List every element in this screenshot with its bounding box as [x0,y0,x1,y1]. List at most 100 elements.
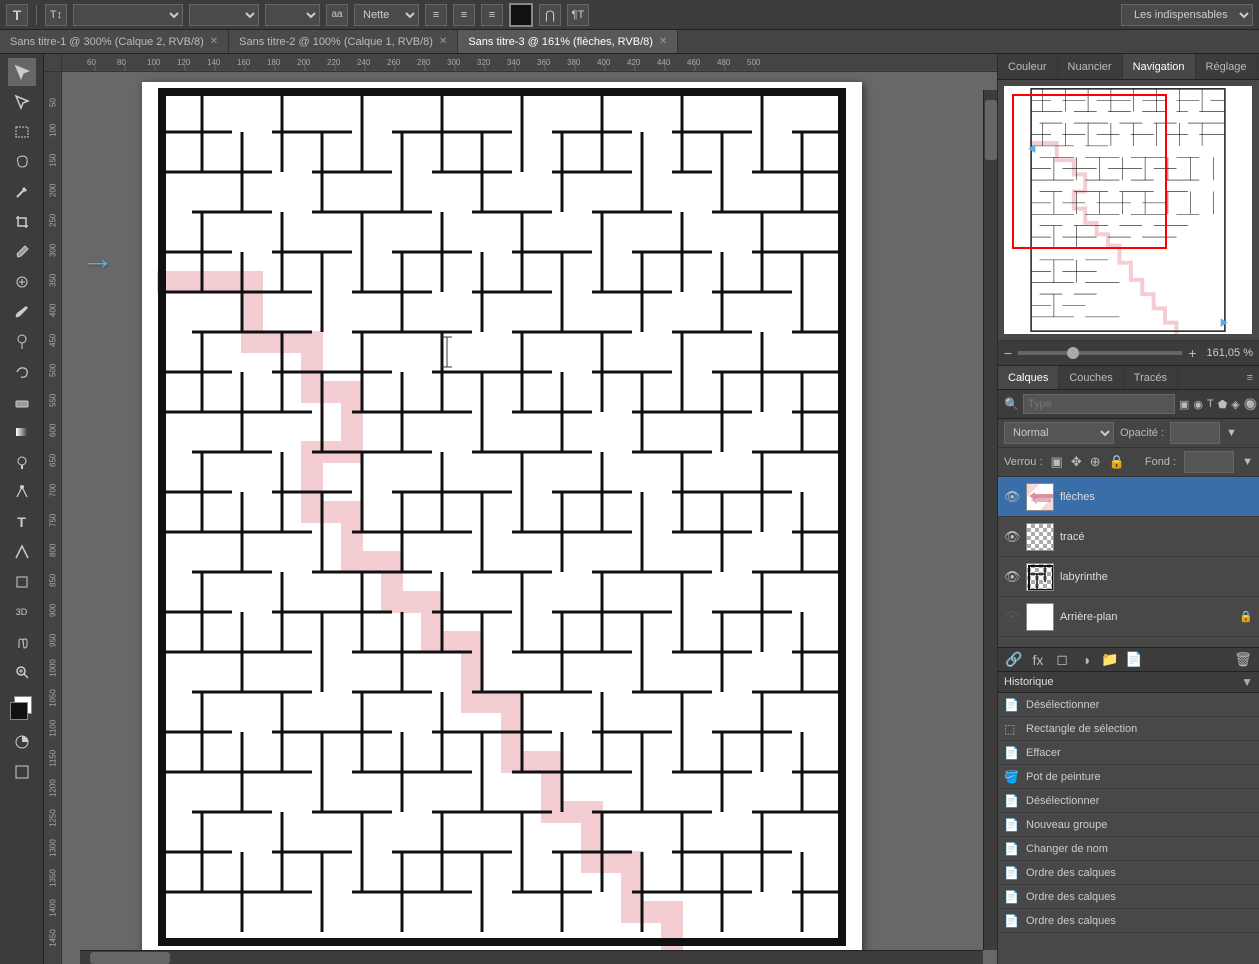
layer-item-trace[interactable]: 👁 tracé [998,517,1259,557]
eraser-tool[interactable] [8,388,36,416]
gradient-tool[interactable] [8,418,36,446]
tab-traces[interactable]: Tracés [1124,366,1178,389]
layer-filter-shape[interactable]: ⬟ [1218,398,1228,411]
lock-pixels-btn[interactable]: ▣ [1051,454,1063,470]
history-brush-tool[interactable] [8,358,36,386]
warp-text-btn[interactable]: ⋂ [539,4,561,26]
align-center-btn[interactable]: ≡ [453,4,475,26]
zoom-slider[interactable] [1018,351,1182,355]
adjustment-layer-btn[interactable]: ◑ [1076,652,1096,668]
opacity-input[interactable]: 100 % [1170,422,1220,444]
quick-mask-btn[interactable] [8,728,36,756]
hand-tool[interactable] [8,628,36,656]
font-weight-select[interactable]: Black [189,4,259,26]
direct-selection-tool[interactable] [8,88,36,116]
crop-tool[interactable] [8,208,36,236]
selection-tool[interactable] [8,58,36,86]
layer-filter-toggle[interactable]: 🔘 [1244,398,1258,411]
char-panel-btn[interactable]: ¶T [567,4,589,26]
tab-couleur[interactable]: Couleur [998,54,1058,79]
layer-visibility-trace[interactable]: 👁 [1004,529,1020,545]
tab-3-close[interactable]: ✕ [659,36,667,47]
layers-panel-menu[interactable]: ≡ [1241,366,1259,389]
layer-search-input[interactable] [1023,394,1175,414]
lasso-tool[interactable] [8,148,36,176]
tab-couches[interactable]: Couches [1059,366,1123,389]
tab-2[interactable]: Sans titre-2 @ 100% (Calque 1, RVB/8) ✕ [229,30,458,53]
tab-2-close[interactable]: ✕ [439,36,447,47]
opacity-arrow[interactable]: ▼ [1226,427,1237,439]
dodge-tool[interactable] [8,448,36,476]
history-item-7[interactable]: 📄 Changer de nom [998,837,1259,861]
type-tool[interactable]: T [8,508,36,536]
path-select-tool[interactable] [8,538,36,566]
fond-arrow[interactable]: ▼ [1242,456,1253,468]
history-item-3[interactable]: 📄 Effacer [998,741,1259,765]
tab-1-close[interactable]: ✕ [210,36,218,47]
delete-layer-btn[interactable]: 🗑 [1233,651,1253,668]
font-size-select[interactable]: 22 pt [265,4,320,26]
workspace-preset-select[interactable]: Les indispensables [1121,4,1253,26]
layer-filter-smart[interactable]: ◈ [1231,398,1239,411]
foreground-bg-color[interactable] [8,694,36,722]
tab-nuancier[interactable]: Nuancier [1058,54,1123,79]
zoom-handle[interactable] [1067,347,1079,359]
anti-alias-select[interactable]: Nette [354,4,419,26]
brush-tool[interactable] [8,298,36,326]
blend-mode-select[interactable]: Normal [1004,422,1114,444]
text-tool-btn[interactable]: T [6,4,28,26]
align-left-btn[interactable]: ≡ [425,4,447,26]
layer-item-labyrinthe[interactable]: 👁 labyrinthe [998,557,1259,597]
canvas-horizontal-scrollbar[interactable] [80,950,983,964]
magic-wand-tool[interactable] [8,178,36,206]
tab-navigation[interactable]: Navigation [1123,54,1196,79]
text-color-btn[interactable] [509,3,533,27]
history-item-10[interactable]: 📄 Ordre des calques [998,909,1259,933]
history-item-8[interactable]: 📄 Ordre des calques [998,861,1259,885]
layer-visibility-labyrinthe[interactable]: 👁 [1004,569,1020,585]
tab-calques[interactable]: Calques [998,366,1059,389]
align-right-btn[interactable]: ≡ [481,4,503,26]
add-style-btn[interactable]: fx [1028,652,1048,668]
3d-tool[interactable]: 3D [8,598,36,626]
layer-item-arriere-plan[interactable]: 👁 Arrière-plan 🔒 [998,597,1259,637]
add-mask-btn[interactable]: ◻ [1052,651,1072,668]
screen-mode-btn[interactable] [8,758,36,786]
clone-stamp-tool[interactable] [8,328,36,356]
text-warp-btn[interactable]: T↕ [45,4,67,26]
historique-collapse-btn[interactable]: ▼ [1241,675,1253,689]
canvas-vertical-scrollbar[interactable] [983,90,997,950]
layer-filter-pixel[interactable]: ▣ [1179,398,1189,411]
shape-tool[interactable] [8,568,36,596]
tab-1[interactable]: Sans titre-1 @ 300% (Calque 2, RVB/8) ✕ [0,30,229,53]
lock-all-btn[interactable]: 🔒 [1109,454,1125,470]
font-family-select[interactable]: Roboto [73,4,183,26]
history-item-4[interactable]: 🪣 Pot de peinture [998,765,1259,789]
layer-visibility-fleches[interactable]: 👁 [1004,489,1020,505]
history-item-1[interactable]: 📄 Désélectionner [998,693,1259,717]
layer-filter-adjust[interactable]: ◉ [1193,398,1203,411]
layer-item-fleches[interactable]: 👁 flèches [998,477,1259,517]
eyedropper-tool[interactable] [8,238,36,266]
fond-input[interactable]: 100 % [1184,451,1234,473]
navigation-preview[interactable] [1004,86,1252,334]
new-layer-btn[interactable]: 📄 [1124,651,1144,668]
history-item-5[interactable]: 📄 Désélectionner [998,789,1259,813]
new-group-btn[interactable]: 📁 [1100,651,1120,668]
tab-3[interactable]: Sans titre-3 @ 161% (flèches, RVB/8) ✕ [458,30,678,53]
maze-document[interactable] [142,82,862,952]
zoom-tool[interactable] [8,658,36,686]
history-item-9[interactable]: 📄 Ordre des calques [998,885,1259,909]
history-item-6[interactable]: 📄 Nouveau groupe [998,813,1259,837]
spot-healing-tool[interactable] [8,268,36,296]
zoom-out-btn[interactable]: − [1004,345,1012,361]
rect-marquee-tool[interactable] [8,118,36,146]
history-item-2[interactable]: ⬚ Rectangle de sélection [998,717,1259,741]
link-layers-btn[interactable]: 🔗 [1004,651,1024,668]
tab-reglage[interactable]: Réglage [1196,54,1258,79]
lock-position-btn[interactable]: ✥ [1071,454,1082,470]
zoom-in-btn[interactable]: + [1188,345,1196,361]
pen-tool[interactable] [8,478,36,506]
lock-artboard-btn[interactable]: ⊕ [1090,454,1101,470]
sharp-aa-btn[interactable]: aa [326,4,348,26]
